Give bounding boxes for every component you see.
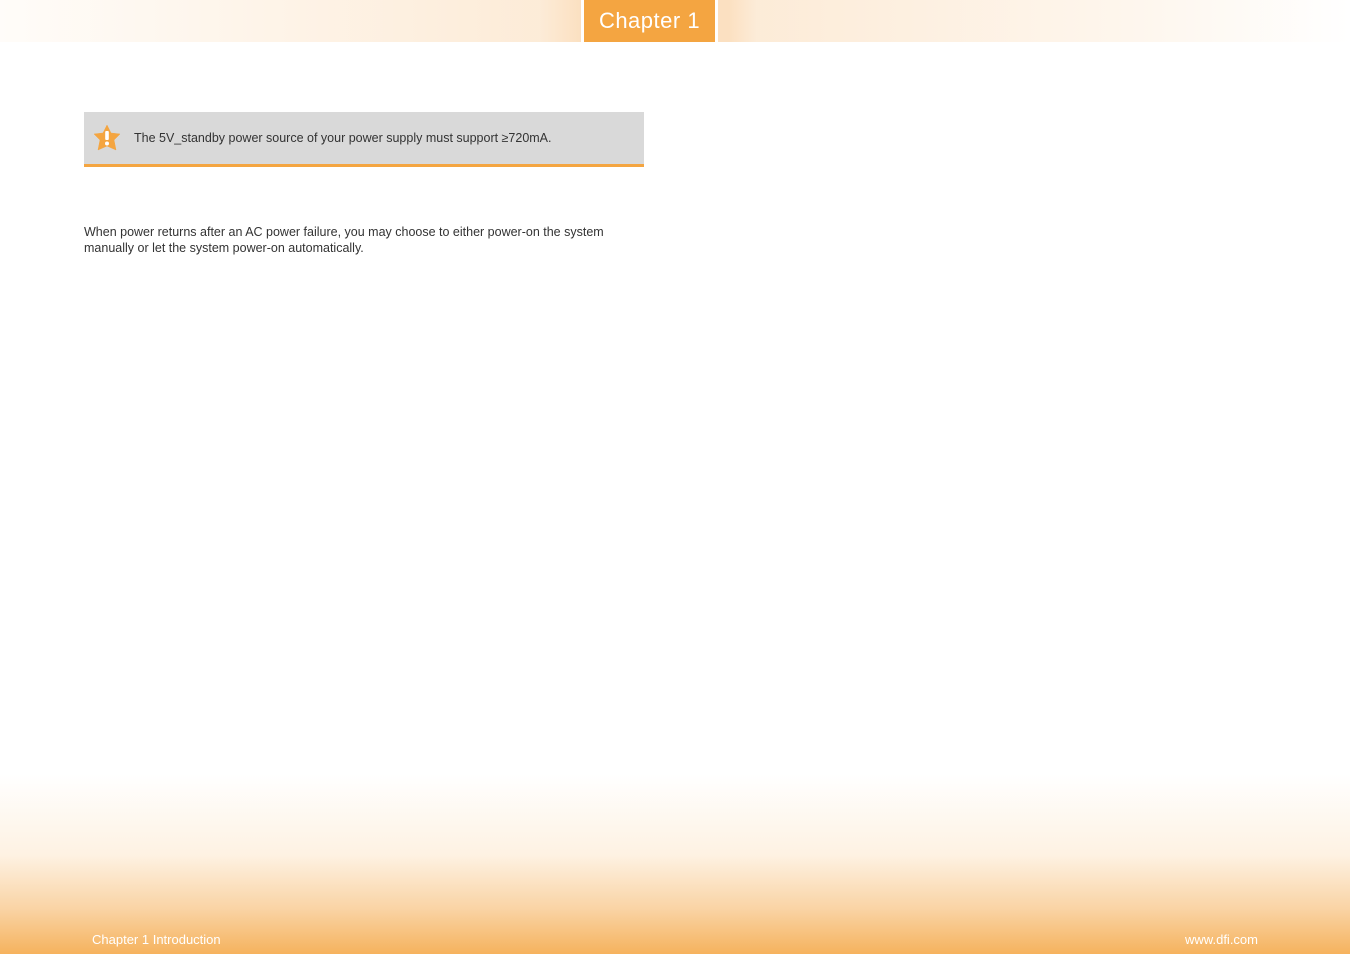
footer-website: www.dfi.com xyxy=(1185,932,1258,947)
chapter-label: Chapter 1 xyxy=(599,8,700,34)
important-note-box: The 5V_standby power source of your powe… xyxy=(84,112,644,167)
chapter-tab: Chapter 1 xyxy=(581,0,718,42)
footer-bar: Chapter 1 Introduction www.dfi.com xyxy=(0,924,1350,954)
body-paragraph: When power returns after an AC power fai… xyxy=(84,225,609,256)
note-text: The 5V_standby power source of your powe… xyxy=(130,131,552,145)
footer-chapter-info: Chapter 1 Introduction xyxy=(92,932,221,947)
important-icon xyxy=(84,123,130,153)
